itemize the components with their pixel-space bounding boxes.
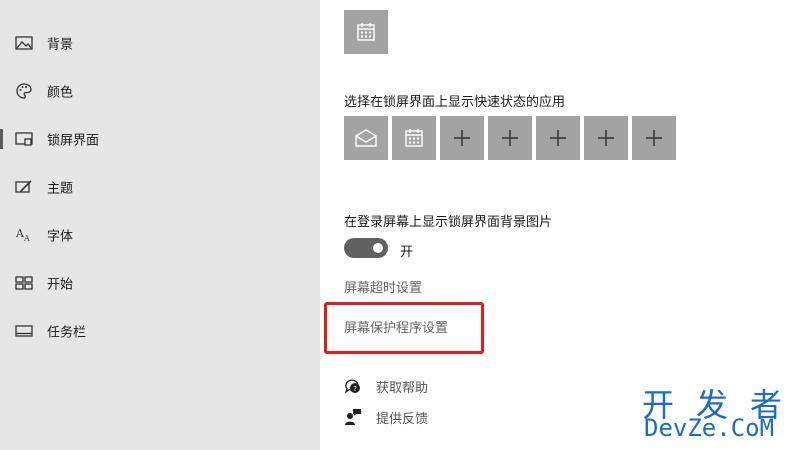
sidebar-item-fonts[interactable]: A A 字体 <box>0 215 320 255</box>
quick-status-app-calendar[interactable] <box>392 116 436 160</box>
mail-icon <box>355 129 377 147</box>
feedback-person-icon <box>345 409 361 425</box>
give-feedback-label: 提供反馈 <box>376 411 429 427</box>
toggle-knob <box>373 243 383 253</box>
quick-status-add-button[interactable] <box>584 116 628 160</box>
settings-sidebar: 背景 颜色 锁屏界面 主题 A A 字体 开始 任务栏 <box>0 0 320 450</box>
chat-help-icon: ? <box>344 379 360 394</box>
calendar-icon <box>405 129 423 147</box>
calendar-icon <box>357 23 375 41</box>
plus-icon <box>454 130 470 146</box>
quick-status-add-button[interactable] <box>488 116 532 160</box>
plus-icon <box>550 130 566 146</box>
get-help-label: 获取帮助 <box>376 380 429 396</box>
svg-text:A: A <box>23 234 30 243</box>
screen-timeout-link[interactable]: 屏幕超时设置 <box>344 277 422 296</box>
sidebar-item-taskbar[interactable]: 任务栏 <box>0 311 320 351</box>
picture-icon <box>15 36 33 50</box>
palette-icon <box>16 83 32 99</box>
annotation-highlight-box <box>324 302 484 354</box>
signin-background-toggle[interactable] <box>344 238 388 258</box>
plus-icon <box>598 130 614 146</box>
signin-background-label: 在登录屏幕上显示锁屏界面背景图片 <box>344 215 553 230</box>
taskbar-icon <box>15 325 33 337</box>
quick-status-add-button[interactable] <box>632 116 676 160</box>
plus-icon <box>502 130 518 146</box>
sidebar-item-background[interactable]: 背景 <box>0 23 320 63</box>
quick-status-add-button[interactable] <box>440 116 484 160</box>
sidebar-item-label: 主题 <box>47 181 74 197</box>
svg-text:?: ? <box>353 385 357 393</box>
sidebar-item-label: 背景 <box>47 37 74 53</box>
sidebar-item-label: 颜色 <box>47 85 74 101</box>
sidebar-item-themes[interactable]: 主题 <box>0 167 320 207</box>
give-feedback-link[interactable]: 提供反馈 <box>344 407 428 427</box>
watermark-bottom-text: DevZe.CoM <box>644 414 775 442</box>
sidebar-item-lock-screen[interactable]: 锁屏界面 <box>0 119 320 159</box>
quick-status-app-mail[interactable] <box>344 116 388 160</box>
get-help-link[interactable]: ? 获取帮助 <box>344 376 428 396</box>
sidebar-item-label: 字体 <box>47 229 74 245</box>
quick-status-add-button[interactable] <box>536 116 580 160</box>
plus-icon <box>646 130 662 146</box>
lock-screen-icon <box>15 132 33 146</box>
quick-status-label: 选择在锁屏界面上显示快速状态的应用 <box>344 95 566 110</box>
toggle-state-label: 开 <box>400 245 414 260</box>
sidebar-item-label: 任务栏 <box>47 325 87 341</box>
font-icon: A A <box>15 227 30 243</box>
sidebar-item-colors[interactable]: 颜色 <box>0 71 320 111</box>
sidebar-item-start[interactable]: 开始 <box>0 263 320 303</box>
theme-brush-icon <box>15 180 32 193</box>
detailed-status-app-tile[interactable] <box>344 10 388 54</box>
start-tiles-icon <box>15 276 33 290</box>
sidebar-item-label: 开始 <box>47 277 74 293</box>
sidebar-item-label: 锁屏界面 <box>47 133 100 149</box>
